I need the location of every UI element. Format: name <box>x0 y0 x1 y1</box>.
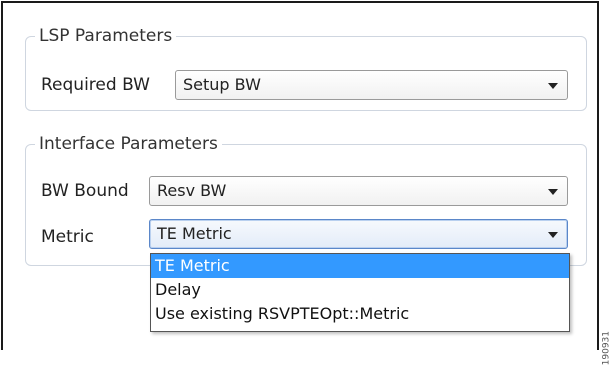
required-bw-label: Required BW <box>41 74 150 96</box>
chevron-down-icon <box>548 189 558 195</box>
required-bw-select[interactable]: Setup BW <box>175 70 568 100</box>
metric-option-use-existing[interactable]: Use existing RSVPTEOpt::Metric <box>151 302 569 326</box>
metric-dropdown-list: TE Metric Delay Use existing RSVPTEOpt::… <box>150 253 570 332</box>
bw-bound-value: Resv BW <box>157 181 226 200</box>
metric-select[interactable]: TE Metric <box>149 219 568 249</box>
metric-option-te-metric[interactable]: TE Metric <box>151 254 569 278</box>
interface-parameters-title: Interface Parameters <box>35 134 222 154</box>
chevron-down-icon <box>548 83 558 89</box>
metric-label: Metric <box>41 226 94 248</box>
chevron-down-icon <box>548 232 558 238</box>
lsp-parameters-title: LSP Parameters <box>35 26 176 46</box>
metric-option-delay[interactable]: Delay <box>151 278 569 302</box>
bw-bound-select[interactable]: Resv BW <box>149 176 568 206</box>
bw-bound-label: BW Bound <box>41 180 129 202</box>
required-bw-value: Setup BW <box>183 75 261 94</box>
figure-id: 190931 <box>601 331 611 365</box>
dialog-frame: LSP Parameters Required BW Setup BW Inte… <box>1 1 599 350</box>
metric-value: TE Metric <box>157 224 232 243</box>
